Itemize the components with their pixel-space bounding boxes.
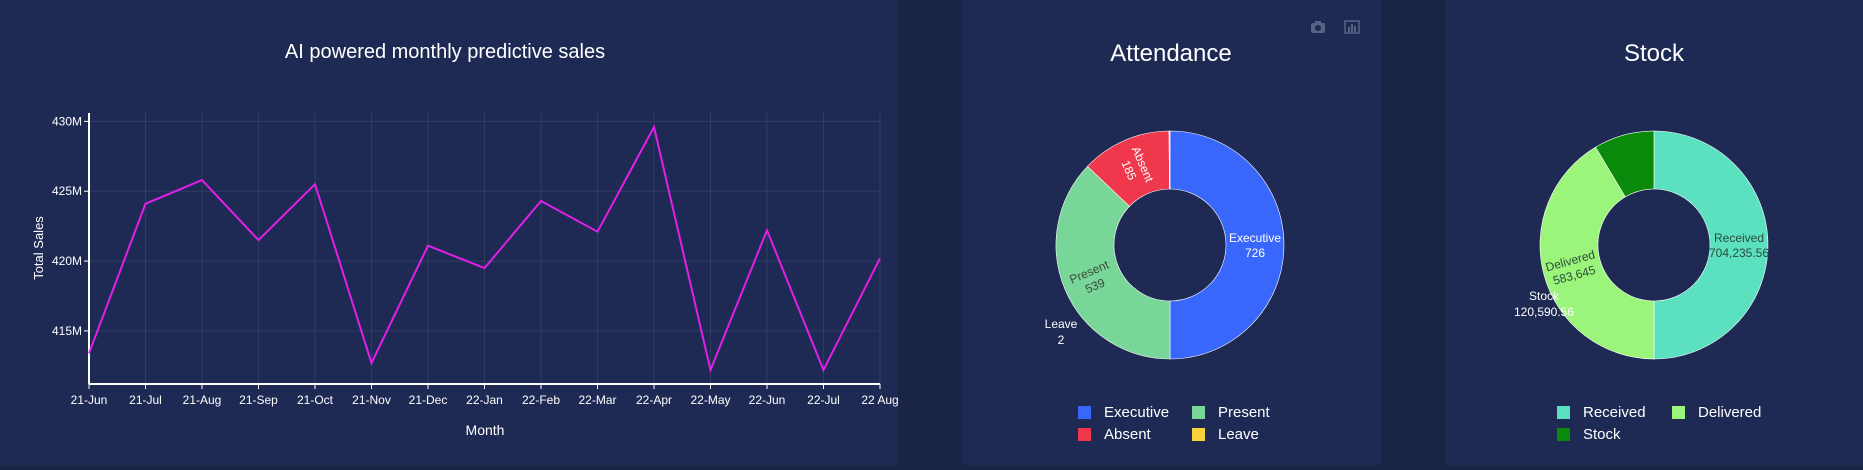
x-tick-label: 21-Dec bbox=[409, 393, 448, 407]
legend-label: Received bbox=[1583, 404, 1646, 421]
legend-swatch bbox=[1672, 406, 1685, 419]
x-tick-label: 22-Jul bbox=[807, 393, 840, 407]
stock-title: Stock bbox=[1624, 40, 1685, 67]
attendance-legend: Executive Present Absent Leave bbox=[1078, 404, 1271, 443]
x-tick-label: 21-Aug bbox=[183, 393, 222, 407]
y-tick-label: 425M bbox=[52, 184, 82, 198]
attendance-donut-chart: Attendance Executive726Present539Absent1… bbox=[1045, 40, 1285, 443]
legend-swatch bbox=[1078, 428, 1091, 441]
stock-slices bbox=[1539, 130, 1769, 360]
stock-donut-panel: Stock Received 704,235.56 Delivered 583,645… bbox=[1445, 0, 1863, 465]
chart-modebar bbox=[1310, 20, 1360, 34]
y-tick-label: 420M bbox=[52, 254, 82, 268]
slice-value-stock: 120,590.56 bbox=[1514, 305, 1574, 319]
legend-label: Leave bbox=[1218, 426, 1259, 443]
bar-chart-icon[interactable] bbox=[1344, 20, 1360, 34]
slice-label-stock: Stock bbox=[1529, 289, 1560, 303]
attendance-slices bbox=[1055, 130, 1285, 360]
camera-icon[interactable] bbox=[1310, 20, 1326, 34]
line-chart-grid bbox=[88, 113, 881, 384]
legend-item-delivered[interactable]: Delivered bbox=[1672, 404, 1761, 421]
x-tick-label: 21-Sep bbox=[239, 393, 278, 407]
x-tick-label: 22-Jun bbox=[749, 393, 786, 407]
y-tick-label: 415M bbox=[52, 324, 82, 338]
legend-label: Stock bbox=[1583, 426, 1621, 443]
legend-label: Present bbox=[1218, 404, 1271, 421]
x-tick-label: 22-Feb bbox=[522, 393, 560, 407]
x-tick-label: 21-Oct bbox=[297, 393, 334, 407]
x-tick-label: 22-May bbox=[690, 393, 730, 407]
stock-legend: Received Delivered Stock bbox=[1557, 404, 1761, 443]
slice-label-received: Received bbox=[1714, 231, 1764, 245]
y-tick-label: 430M bbox=[52, 114, 82, 128]
legend-swatch bbox=[1557, 406, 1570, 419]
legend-swatch bbox=[1192, 428, 1205, 441]
sales-line-chart: AI powered monthly predictive sales Tota… bbox=[31, 41, 899, 438]
slice-label-executive: Executive bbox=[1229, 231, 1281, 245]
slice-value-leave: 2 bbox=[1058, 333, 1065, 347]
x-tick-label: 21-Jun bbox=[71, 393, 108, 407]
legend-item-stock[interactable]: Stock bbox=[1557, 426, 1621, 443]
line-chart-x-axis-label: Month bbox=[466, 422, 505, 438]
slice-leave[interactable] bbox=[1168, 130, 1171, 190]
x-tick-label: 21-Jul bbox=[129, 393, 162, 407]
slice-executive[interactable] bbox=[1169, 130, 1285, 360]
slice-value-received: 704,235.56 bbox=[1709, 246, 1769, 260]
attendance-donut-panel: Attendance Executive 726 Present 539 Absent 1… bbox=[962, 0, 1381, 465]
legend-label: Executive bbox=[1104, 404, 1169, 421]
attendance-title: Attendance bbox=[1110, 40, 1231, 67]
slice-label-group-received: Received704,235.56 bbox=[1709, 231, 1769, 260]
x-tick-label: 22-Mar bbox=[578, 393, 616, 407]
slice-value-executive: 726 bbox=[1245, 246, 1265, 260]
sales-line-chart-panel: AI powered monthly predictive sales Tota… bbox=[0, 0, 899, 465]
slice-label-leave: Leave bbox=[1045, 317, 1078, 331]
legend-swatch bbox=[1078, 406, 1091, 419]
x-tick-label: 22 Aug bbox=[861, 393, 898, 407]
x-tick-label: 22-Jan bbox=[466, 393, 503, 407]
stock-donut-chart: Stock Received704,235.56Delivered583,645… bbox=[1514, 40, 1769, 443]
legend-item-leave[interactable]: Leave bbox=[1192, 426, 1259, 443]
line-chart-y-axis-label: Total Sales bbox=[31, 216, 46, 280]
line-chart-title: AI powered monthly predictive sales bbox=[285, 41, 605, 63]
legend-swatch bbox=[1557, 428, 1570, 441]
legend-item-present[interactable]: Present bbox=[1192, 404, 1271, 421]
x-tick-label: 22-Apr bbox=[636, 393, 672, 407]
legend-swatch bbox=[1192, 406, 1205, 419]
legend-label: Absent bbox=[1104, 426, 1152, 443]
legend-item-received[interactable]: Received bbox=[1557, 404, 1646, 421]
x-tick-label: 21-Nov bbox=[352, 393, 391, 407]
legend-item-absent[interactable]: Absent bbox=[1078, 426, 1152, 443]
legend-item-executive[interactable]: Executive bbox=[1078, 404, 1169, 421]
legend-label: Delivered bbox=[1698, 404, 1761, 421]
slice-received[interactable] bbox=[1653, 130, 1769, 360]
